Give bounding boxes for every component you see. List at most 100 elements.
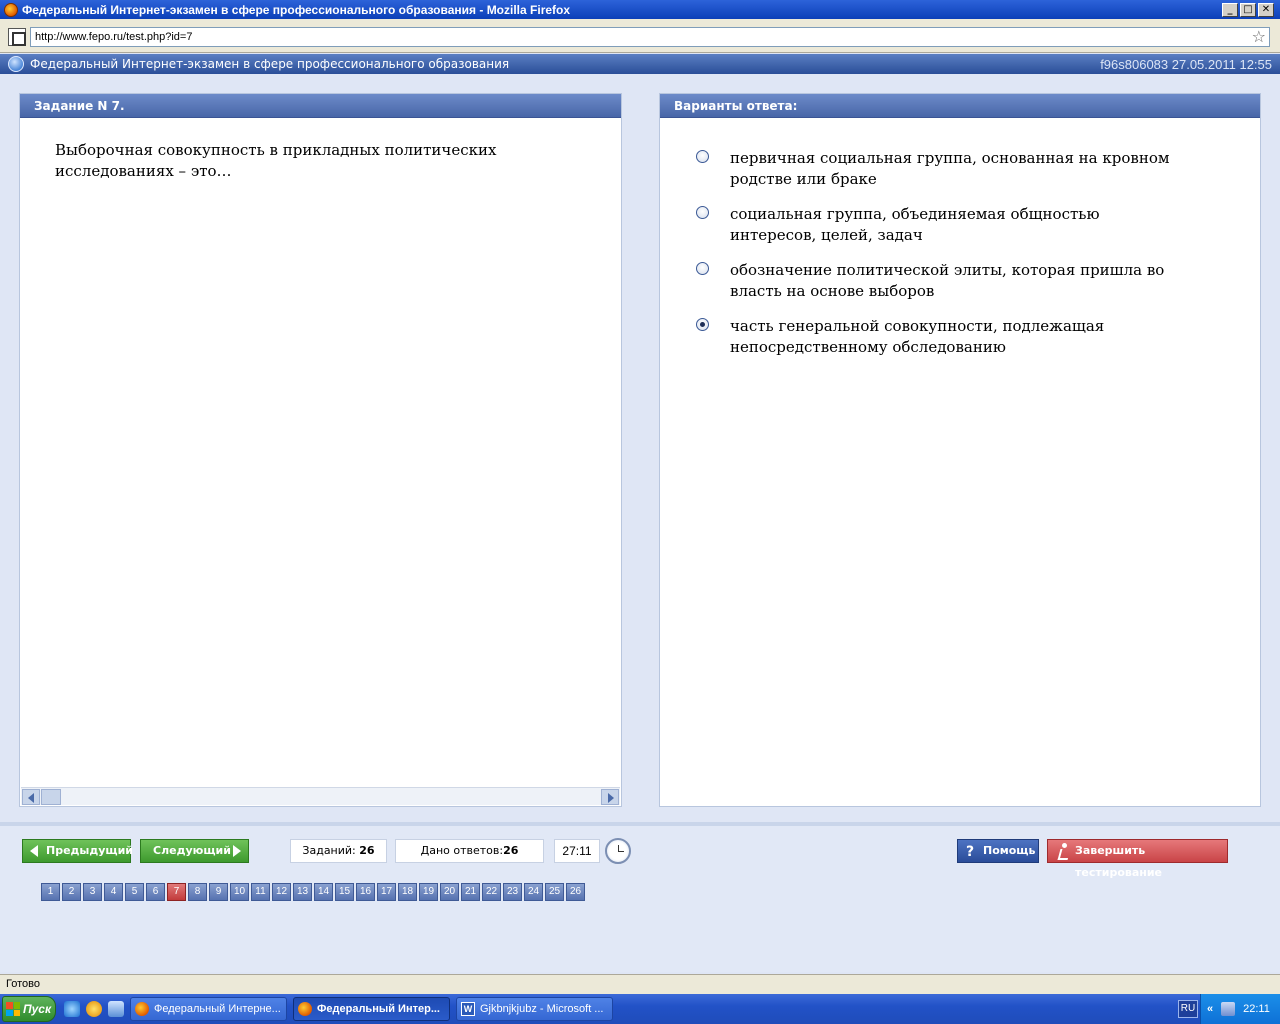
close-button[interactable]: ✕ [1258, 2, 1274, 17]
page-number-button[interactable]: 20 [440, 883, 459, 901]
page-number-button[interactable]: 16 [356, 883, 375, 901]
horizontal-scrollbar[interactable] [21, 787, 620, 805]
window-title: Федеральный Интернет-экзамен в сфере про… [22, 2, 571, 17]
status-bar: Готово [0, 974, 1280, 994]
answers-count-box: Дано ответов:26 [395, 839, 544, 863]
answers-header: Варианты ответа: [660, 94, 1260, 118]
start-label: Пуск [23, 1002, 52, 1016]
page-number-button[interactable]: 2 [62, 883, 81, 901]
page-number-button[interactable]: 13 [293, 883, 312, 901]
page-number-button[interactable]: 24 [524, 883, 543, 901]
page-number-button[interactable]: 26 [566, 883, 585, 901]
internet-explorer-icon[interactable] [64, 1001, 80, 1017]
help-button[interactable]: ? Помощь [957, 839, 1039, 863]
page-number-button[interactable]: 3 [83, 883, 102, 901]
taskbar-task-button[interactable]: W Gjkbnjkjubz - Microsoft ... [456, 997, 613, 1021]
url-input[interactable]: http://www.fepo.ru/test.php?id=7 [30, 27, 1270, 47]
bottom-controls: Предыдущий Следующий Заданий: 26 Дано от… [0, 822, 1280, 972]
window-controls: _ □ ✕ [1222, 2, 1274, 17]
answer-option[interactable]: часть генеральной совокупности, подлежащ… [696, 316, 1260, 358]
task-panel: Задание N 7. Выборочная совокупность в п… [19, 93, 622, 807]
answer-option[interactable]: первичная социальная группа, основанная … [696, 148, 1260, 190]
arrow-right-icon [233, 845, 241, 857]
page-number-button[interactable]: 12 [272, 883, 291, 901]
page-number-button[interactable]: 5 [125, 883, 144, 901]
next-label: Следующий [153, 844, 231, 857]
previous-button[interactable]: Предыдущий [22, 839, 133, 863]
clock: 22:11 [1243, 1003, 1270, 1015]
arrow-left-icon [30, 845, 38, 857]
clock-icon [605, 838, 631, 864]
taskbar-task-label: Gjkbnjkjubz - Microsoft ... [480, 1003, 604, 1015]
answers-count: 26 [503, 844, 519, 857]
session-info: f96s806083 27.05.2011 12:55 [1100, 56, 1272, 72]
page-number-button[interactable]: 10 [230, 883, 249, 901]
page-number-button[interactable]: 11 [251, 883, 270, 901]
answer-text: социальная группа, объединяемая общность… [730, 205, 1100, 244]
page-number-button[interactable]: 22 [482, 883, 501, 901]
page-number-button[interactable]: 7 [167, 883, 186, 901]
bookmark-star-icon[interactable]: ☆ [1252, 27, 1266, 46]
finish-label: Завершить тестирование [1075, 844, 1163, 879]
question-text: Выборочная совокупность в прикладных пол… [55, 141, 497, 180]
system-tray: « 22:11 [1200, 994, 1280, 1024]
task-header: Задание N 7. [20, 94, 621, 118]
finish-test-button[interactable]: Завершить тестирование [1047, 839, 1228, 879]
answers-count-label: Дано ответов: [420, 844, 504, 857]
quick-launch [64, 1001, 124, 1017]
tasks-label: Заданий: [302, 844, 356, 857]
page-number-button[interactable]: 8 [188, 883, 207, 901]
site-identity-icon[interactable] [8, 28, 26, 46]
page-number-button[interactable]: 19 [419, 883, 438, 901]
page-number-button[interactable]: 1 [41, 883, 60, 901]
language-indicator[interactable]: RU [1178, 1000, 1198, 1018]
firefox-icon [298, 1002, 312, 1016]
page-number-button[interactable]: 25 [545, 883, 564, 901]
scroll-right-button[interactable] [601, 789, 619, 805]
answer-radio[interactable] [696, 262, 709, 275]
network-icon[interactable] [1221, 1002, 1236, 1016]
answer-radio[interactable] [696, 206, 709, 219]
media-player-icon[interactable] [86, 1001, 102, 1017]
answer-option[interactable]: обозначение политической элиты, которая … [696, 260, 1260, 302]
help-label: Помощь [983, 844, 1036, 857]
answer-radio[interactable] [696, 318, 709, 331]
tasks-count: 26 [359, 844, 375, 857]
page-number-button[interactable]: 14 [314, 883, 333, 901]
scrollbar-thumb[interactable] [41, 789, 61, 805]
app-title: Федеральный Интернет-экзамен в сфере про… [30, 57, 510, 71]
page-number-button[interactable]: 18 [398, 883, 417, 901]
next-button[interactable]: Следующий [140, 839, 249, 863]
page-number-button[interactable]: 6 [146, 883, 165, 901]
answer-text: первичная социальная группа, основанная … [730, 149, 1170, 188]
tasks-count-box: Заданий: 26 [290, 839, 387, 863]
taskbar-task-label: Федеральный Интерне... [154, 1003, 281, 1015]
question-mark-icon: ? [966, 844, 975, 860]
answers-panel: Варианты ответа: первичная социальная гр… [659, 93, 1261, 807]
start-button[interactable]: Пуск [2, 996, 56, 1022]
page-number-button[interactable]: 15 [335, 883, 354, 901]
page-number-button[interactable]: 9 [209, 883, 228, 901]
exam-logo-icon [8, 56, 24, 72]
taskbar-task-button[interactable]: Федеральный Интер... [293, 997, 450, 1021]
word-icon: W [461, 1002, 475, 1016]
taskbar: Пуск Федеральный Интерне... Федеральный И… [0, 994, 1280, 1024]
minimize-button[interactable]: _ [1222, 2, 1238, 17]
answer-option[interactable]: социальная группа, объединяемая общность… [696, 204, 1260, 246]
app-header: Федеральный Интернет-экзамен в сфере про… [0, 54, 1280, 74]
maximize-button[interactable]: □ [1240, 2, 1256, 17]
tray-expand-chevron[interactable]: « [1207, 1003, 1213, 1015]
page-number-button[interactable]: 23 [503, 883, 522, 901]
page-number-button[interactable]: 17 [377, 883, 396, 901]
taskbar-task-button[interactable]: Федеральный Интерне... [130, 997, 287, 1021]
answer-radio[interactable] [696, 150, 709, 163]
page-number-button[interactable]: 21 [461, 883, 480, 901]
windows-logo-icon [6, 1002, 20, 1016]
window-titlebar: Федеральный Интернет-экзамен в сфере про… [0, 0, 1280, 19]
task-pager: 1 2 3 4 5 6 7 8 9 10 11 12 13 14 15 16 17 18 19 20 21 22 23 24 2… [41, 883, 585, 901]
address-bar: http://www.fepo.ru/test.php?id=7 ☆ [0, 19, 1280, 53]
firefox-icon [135, 1002, 149, 1016]
scroll-left-button[interactable] [22, 789, 40, 805]
show-desktop-icon[interactable] [108, 1001, 124, 1017]
page-number-button[interactable]: 4 [104, 883, 123, 901]
